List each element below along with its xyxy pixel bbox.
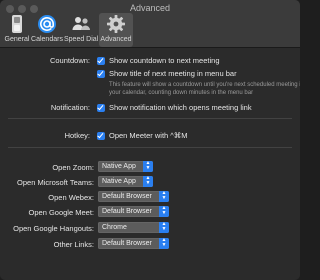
tab-calendars[interactable]: Calendars — [31, 14, 63, 46]
show-notification-option[interactable]: Show notification which opens meeting li… — [97, 103, 252, 112]
show-notification-label: Show notification which opens meeting li… — [109, 103, 252, 112]
show-title-label: Show title of next meeting in menu bar — [109, 69, 237, 78]
tab-general[interactable]: General — [4, 14, 30, 46]
at-sign-icon — [38, 15, 56, 33]
countdown-hint: This feature will show a countdown until… — [109, 82, 300, 96]
tab-advanced-label: Advanced — [100, 36, 132, 43]
tab-calendars-label: Calendars — [31, 36, 63, 43]
open-google-meet-select[interactable]: Default Browser ▲ ▼ — [98, 205, 169, 217]
show-title-option[interactable]: Show title of next meeting in menu bar — [97, 69, 237, 78]
tab-speed-dial[interactable]: Speed Dial — [64, 14, 98, 46]
tab-advanced[interactable]: Advanced — [99, 13, 133, 47]
preferences-window: Advanced General Calendars Speed Dial Ad… — [0, 0, 300, 280]
other-links-select[interactable]: Default Browser ▲ ▼ — [98, 237, 169, 249]
open-teams-select[interactable]: Native App ▲ ▼ — [98, 175, 153, 187]
tab-general-label: General — [4, 36, 30, 43]
title-bar: Advanced General Calendars Speed Dial Ad… — [0, 0, 300, 48]
switch-icon — [12, 15, 22, 33]
chevron-up-down-icon: ▲ ▼ — [159, 190, 169, 202]
chevron-up-down-icon: ▲ ▼ — [143, 175, 153, 187]
open-google-hangouts-label: Open Google Hangouts: — [13, 224, 94, 233]
open-google-hangouts-value: Chrome — [102, 224, 127, 231]
other-links-label: Other Links: — [53, 240, 94, 249]
open-meeter-hotkey-checkbox[interactable] — [97, 131, 105, 140]
show-countdown-option[interactable]: Show countdown to next meeting — [97, 56, 220, 65]
show-notification-checkbox[interactable] — [97, 103, 105, 112]
chevron-up-down-icon: ▲ ▼ — [159, 237, 169, 249]
open-webex-select[interactable]: Default Browser ▲ ▼ — [98, 190, 169, 202]
open-zoom-label: Open Zoom: — [52, 163, 94, 172]
chevron-up-down-icon: ▲ ▼ — [159, 205, 169, 217]
open-webex-value: Default Browser — [102, 193, 152, 200]
gear-icon — [107, 15, 125, 33]
open-google-meet-label: Open Google Meet: — [28, 208, 94, 217]
open-webex-label: Open Webex: — [48, 193, 94, 202]
open-meeter-hotkey-option[interactable]: Open Meeter with ^⌘M — [97, 131, 188, 140]
chevron-up-down-icon: ▲ ▼ — [159, 221, 169, 233]
open-google-hangouts-select[interactable]: Chrome ▲ ▼ — [98, 221, 169, 233]
open-teams-label: Open Microsoft Teams: — [17, 178, 94, 187]
other-links-value: Default Browser — [102, 240, 152, 247]
show-title-checkbox[interactable] — [97, 69, 105, 78]
hotkey-label: Hotkey: — [64, 131, 90, 140]
notification-label: Notification: — [50, 103, 90, 112]
separator — [8, 147, 292, 148]
countdown-label: Countdown: — [49, 56, 90, 65]
chevron-up-down-icon: ▲ ▼ — [143, 160, 153, 172]
show-countdown-label: Show countdown to next meeting — [109, 56, 220, 65]
show-countdown-checkbox[interactable] — [97, 56, 105, 65]
window-title: Advanced — [129, 3, 171, 13]
tab-speed-dial-label: Speed Dial — [64, 36, 99, 43]
open-meeter-hotkey-label: Open Meeter with ^⌘M — [109, 131, 188, 140]
open-google-meet-value: Default Browser — [102, 208, 152, 215]
people-icon — [72, 17, 90, 30]
open-zoom-select[interactable]: Native App ▲ ▼ — [98, 160, 153, 172]
separator — [8, 118, 292, 119]
open-teams-value: Native App — [102, 178, 136, 185]
open-zoom-value: Native App — [102, 163, 136, 170]
